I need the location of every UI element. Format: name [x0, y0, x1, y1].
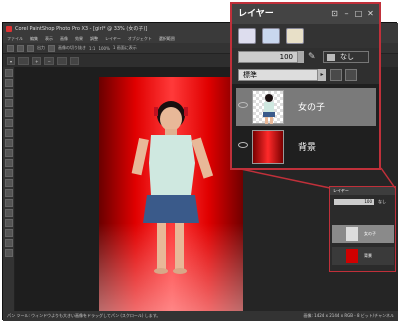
pen-tool-icon[interactable] — [5, 229, 13, 237]
menu-view[interactable]: 表示 — [45, 35, 53, 43]
small-background-thumbnail — [346, 249, 358, 263]
lock-transparency-icon[interactable] — [345, 69, 357, 81]
small-panel-title: レイヤー — [330, 187, 395, 195]
menu-edit[interactable]: 編集 — [30, 35, 38, 43]
tools-toolbar — [3, 67, 15, 313]
blend-row: 標準 ▸ — [232, 66, 379, 84]
girl-photo — [131, 101, 214, 274]
straighten-icon[interactable] — [5, 149, 13, 157]
menu-adjust[interactable]: 調整 — [90, 35, 98, 43]
open-file-icon[interactable] — [17, 44, 24, 52]
layer-properties-icon[interactable] — [286, 28, 304, 44]
status-bar: パン ツール: ウィンドウよりも大きい画像をドラッグしてパン (スクロール) し… — [3, 311, 398, 321]
text-tool-icon[interactable] — [5, 209, 13, 217]
visibility-eye-icon-bg[interactable] — [238, 142, 248, 148]
opacity-row: 100 ✎ なし — [232, 48, 379, 66]
zoom-100-button[interactable]: 100% — [98, 46, 109, 51]
small-girl-thumbnail — [346, 227, 358, 241]
layer-group-icon — [327, 54, 335, 61]
eraser-icon[interactable] — [5, 189, 13, 197]
zoom-option-b[interactable] — [69, 56, 80, 65]
blend-mode-select[interactable]: 標準 — [238, 69, 318, 81]
layers-palette-zoomed: レイヤー ⊡ – □ ✕ 100 ✎ なし 標準 ▸ 女の子 背景 — [230, 2, 381, 170]
pick-tool-icon[interactable] — [5, 79, 13, 87]
close-icon[interactable]: ✕ — [366, 8, 375, 19]
visibility-eye-icon[interactable] — [238, 102, 248, 108]
menu-selections[interactable]: 選択範囲 — [159, 35, 175, 43]
girl-layer-thumbnail — [252, 90, 284, 124]
layer-row-girl[interactable]: 女の子 — [236, 88, 376, 126]
status-text: パン ツール: ウィンドウよりも大きい画像をドラッグしてパン (スクロール) し… — [7, 313, 161, 318]
face — [160, 107, 182, 131]
girl-thumbnail-figure — [263, 94, 275, 124]
fit-window-button[interactable]: 1 画面に表示 — [113, 45, 137, 51]
shape-tool-icon[interactable] — [5, 219, 13, 227]
layers-palette-small: レイヤー 100 なし 女の子 背景 — [329, 186, 396, 272]
small-layer-name-girl: 女の子 — [364, 231, 376, 236]
magic-wand-icon[interactable] — [5, 119, 13, 127]
opacity-field[interactable]: 100 — [238, 51, 298, 63]
chevron-right-icon[interactable]: ▸ — [318, 69, 326, 81]
new-file-icon[interactable] — [7, 44, 14, 52]
small-layer-row-background[interactable]: 背景 — [332, 247, 394, 265]
background-layer-thumbnail — [252, 130, 284, 164]
color-swatch-icon[interactable] — [5, 249, 13, 257]
actual-size-button[interactable]: 1:1 — [89, 46, 95, 51]
pin-icon[interactable]: ⊡ — [330, 8, 339, 19]
small-layer-name-background: 背景 — [364, 253, 372, 258]
save-icon[interactable] — [27, 44, 34, 52]
preset-dropdown[interactable]: ▾ — [7, 56, 16, 65]
window-title: Corel PaintShop Photo Pro X3 - [girl* @ … — [15, 26, 148, 32]
small-group-label: なし — [378, 199, 386, 204]
link-layers-icon[interactable] — [330, 69, 342, 81]
menu-effects[interactable]: 効果 — [75, 35, 83, 43]
crop-button[interactable]: 画像の切り抜き — [58, 45, 86, 51]
zoom-out-button[interactable]: − — [44, 56, 54, 65]
skirt — [143, 195, 199, 223]
brush-icon[interactable]: ✎ — [308, 51, 318, 63]
menu-layers[interactable]: レイヤー — [105, 35, 121, 43]
paint-brush-icon[interactable] — [5, 179, 13, 187]
dress-top — [149, 135, 195, 195]
selection-tool-icon[interactable] — [5, 99, 13, 107]
opacity-slider-handle[interactable] — [298, 51, 304, 63]
menu-file[interactable]: ファイル — [7, 35, 23, 43]
delete-layer-icon[interactable] — [262, 28, 280, 44]
clone-brush-icon[interactable] — [5, 169, 13, 177]
output-button[interactable]: 出力 — [37, 45, 45, 51]
freehand-selection-icon[interactable] — [5, 109, 13, 117]
red-eye-icon[interactable] — [5, 159, 13, 167]
zoom-in-button[interactable]: + — [32, 56, 42, 65]
flood-fill-icon[interactable] — [5, 199, 13, 207]
layer-row-background[interactable]: 背景 — [236, 128, 376, 166]
app-icon — [6, 26, 12, 32]
restore-icon[interactable]: □ — [354, 8, 363, 19]
minimize-icon[interactable]: – — [342, 8, 351, 19]
layer-group-box[interactable]: なし — [323, 51, 369, 63]
small-layer-row-girl[interactable]: 女の子 — [332, 225, 394, 243]
layers-list: 女の子 背景 — [232, 84, 379, 168]
layers-toolbar — [232, 24, 379, 48]
layer-name-girl: 女の子 — [298, 103, 326, 113]
panel-controls: ⊡ – □ ✕ — [330, 8, 375, 19]
menu-objects[interactable]: オブジェクト — [128, 35, 152, 43]
warp-brush-icon[interactable] — [5, 239, 13, 247]
canvas-area[interactable] — [15, 67, 245, 313]
image-info: 画像: 1424 x 2144 x RGB - 8 ビット/チャンネル — [303, 313, 394, 318]
zoom-option-a[interactable] — [56, 56, 67, 65]
small-opacity-field[interactable]: 100 — [334, 199, 374, 205]
layer-name-background: 背景 — [298, 143, 317, 153]
application: Corel PaintShop Photo Pro X3 - [girl* @ … — [0, 0, 400, 323]
pan-tool-icon[interactable] — [5, 69, 13, 77]
menu-image[interactable]: 画像 — [60, 35, 68, 43]
dropper-icon[interactable] — [5, 129, 13, 137]
crop-icon[interactable] — [48, 44, 55, 52]
move-tool-icon[interactable] — [5, 89, 13, 97]
new-layer-icon[interactable] — [238, 28, 256, 44]
layer-group-label: なし — [340, 53, 354, 61]
crop-tool-icon[interactable] — [5, 139, 13, 147]
photo-canvas[interactable] — [99, 77, 245, 313]
zoom-field[interactable] — [18, 56, 30, 65]
